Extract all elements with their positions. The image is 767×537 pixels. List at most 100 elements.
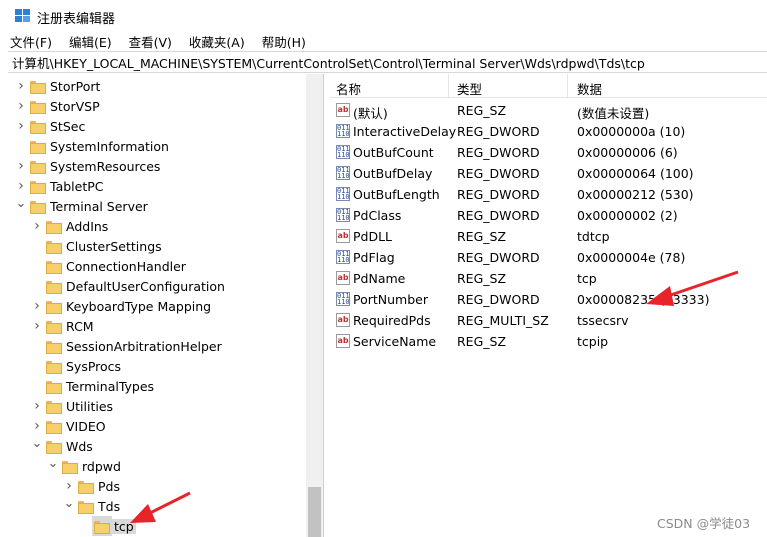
column-header-type[interactable]: 类型 bbox=[457, 79, 482, 98]
chevron-down-icon[interactable]: ⌄ bbox=[46, 456, 60, 476]
menu-file[interactable]: 文件(F) bbox=[8, 32, 54, 51]
value-type: REG_SZ bbox=[457, 103, 507, 118]
chevron-right-icon[interactable]: › bbox=[30, 416, 44, 436]
chevron-right-icon[interactable]: › bbox=[30, 216, 44, 236]
folder-icon-wrap bbox=[44, 296, 64, 316]
value-row[interactable]: ab PdName REG_SZ tcp bbox=[330, 268, 767, 289]
column-header-name[interactable]: 名称 bbox=[336, 79, 361, 98]
folder-icon-wrap bbox=[28, 176, 48, 196]
tree-item[interactable]: SessionArbitrationHelper bbox=[30, 336, 224, 356]
tree-item[interactable]: DefaultUserConfiguration bbox=[30, 276, 227, 296]
value-list: 名称 类型 数据 ab (默认) REG_SZ (数值未设置) 011 110 Intera… bbox=[330, 74, 767, 537]
tree-item[interactable]: › Pds bbox=[62, 476, 122, 496]
chevron-right-icon[interactable]: › bbox=[14, 116, 28, 136]
value-row[interactable]: 011 110 OutBufCount REG_DWORD 0x00000006 (6) bbox=[330, 142, 767, 163]
tree-item[interactable]: ClusterSettings bbox=[30, 236, 164, 256]
value-row[interactable]: 011 110 PortNumber REG_DWORD 0x00008235 (333… bbox=[330, 289, 767, 310]
value-row[interactable]: ab PdDLL REG_SZ tdtcp bbox=[330, 226, 767, 247]
folder-icon-wrap bbox=[28, 116, 48, 136]
folder-icon-wrap bbox=[44, 396, 64, 416]
tree-item[interactable]: › SystemResources bbox=[14, 156, 162, 176]
value-type: REG_SZ bbox=[457, 271, 507, 286]
menu-favorites[interactable]: 收藏夹(A) bbox=[187, 32, 247, 51]
value-data: tssecsrv bbox=[577, 313, 629, 328]
value-name: OutBufCount bbox=[353, 145, 434, 160]
tree-item[interactable]: › TabletPC bbox=[14, 176, 106, 196]
tree-item[interactable]: › KeyboardType Mapping bbox=[30, 296, 213, 316]
key-tree: › StorPort › StorVSP › StSec SystemInformation… bbox=[8, 74, 324, 537]
folder-icon bbox=[46, 240, 62, 254]
value-row[interactable]: 011 110 OutBufLength REG_DWORD 0x00000212 (5… bbox=[330, 184, 767, 205]
tree-item[interactable]: › StorVSP bbox=[14, 96, 102, 116]
folder-icon-wrap bbox=[28, 156, 48, 176]
chevron-right-icon[interactable]: › bbox=[14, 156, 28, 176]
value-row[interactable]: 011 110 InteractiveDelay REG_DWORD 0x0000000… bbox=[330, 121, 767, 142]
chevron-right-icon[interactable]: › bbox=[14, 76, 28, 96]
value-data: (数值未设置) bbox=[577, 106, 650, 121]
tree-item[interactable]: ⌄ Tds bbox=[62, 496, 122, 516]
value-row[interactable]: 011 110 OutBufDelay REG_DWORD 0x00000064 (10… bbox=[330, 163, 767, 184]
column-header-data[interactable]: 数据 bbox=[577, 79, 602, 98]
folder-icon bbox=[94, 520, 110, 534]
chevron-down-icon[interactable]: ⌄ bbox=[14, 196, 28, 216]
chevron-down-icon[interactable]: ⌄ bbox=[62, 496, 76, 516]
value-data: tcp bbox=[577, 271, 597, 286]
tree-item[interactable]: SystemInformation bbox=[14, 136, 171, 156]
folder-icon-wrap bbox=[92, 516, 112, 536]
title-bar: 注册表编辑器 bbox=[0, 0, 767, 31]
chevron-right-icon[interactable]: › bbox=[30, 296, 44, 316]
folder-icon-wrap bbox=[44, 376, 64, 396]
list-header: 名称 类型 数据 bbox=[330, 74, 767, 98]
value-name: PdFlag bbox=[353, 250, 395, 265]
tree-item[interactable]: › StSec bbox=[14, 116, 87, 136]
folder-icon bbox=[46, 260, 62, 274]
tree-item[interactable]: › RCM bbox=[30, 316, 96, 336]
menu-edit[interactable]: 编辑(E) bbox=[67, 32, 114, 51]
tree-item[interactable]: ConnectionHandler bbox=[30, 256, 188, 276]
tree-item[interactable]: › AddIns bbox=[30, 216, 110, 236]
value-row[interactable]: ab RequiredPds REG_MULTI_SZ tssecsrv bbox=[330, 310, 767, 331]
tree-item[interactable]: SysProcs bbox=[30, 356, 123, 376]
tree-item[interactable]: ⌄ Wds bbox=[30, 436, 95, 456]
scrollbar-thumb[interactable] bbox=[308, 487, 321, 537]
chevron-right-icon[interactable]: › bbox=[30, 396, 44, 416]
tree-scrollbar[interactable] bbox=[306, 74, 323, 537]
chevron-down-icon[interactable]: ⌄ bbox=[30, 436, 44, 456]
chevron-right-icon[interactable]: › bbox=[14, 176, 28, 196]
chevron-right-icon[interactable]: › bbox=[62, 476, 76, 496]
chevron-right-icon[interactable]: › bbox=[30, 316, 44, 336]
tree-item[interactable]: TerminalTypes bbox=[30, 376, 156, 396]
column-separator[interactable] bbox=[567, 74, 568, 98]
menu-help[interactable]: 帮助(H) bbox=[260, 32, 308, 51]
tree-item-label: Terminal Server bbox=[50, 198, 148, 214]
chevron-right-icon[interactable]: › bbox=[14, 96, 28, 116]
address-bar[interactable]: 计算机\HKEY_LOCAL_MACHINE\SYSTEM\CurrentCon… bbox=[8, 51, 767, 73]
folder-icon-wrap bbox=[44, 256, 64, 276]
value-row[interactable]: ab (默认) REG_SZ (数值未设置) bbox=[330, 100, 767, 121]
dword-value-icon: 011 110 bbox=[336, 166, 350, 180]
value-row[interactable]: 011 110 PdFlag REG_DWORD 0x0000004e (78) bbox=[330, 247, 767, 268]
value-row[interactable]: 011 110 PdClass REG_DWORD 0x00000002 (2) bbox=[330, 205, 767, 226]
menu-bar: 文件(F) 编辑(E) 查看(V) 收藏夹(A) 帮助(H) bbox=[0, 31, 767, 51]
tree-item[interactable]: tcp bbox=[78, 516, 136, 536]
tree-item[interactable]: › VIDEO bbox=[30, 416, 108, 436]
tree-item-label: StSec bbox=[50, 118, 86, 134]
value-name: ServiceName bbox=[353, 334, 437, 349]
tree-item[interactable]: ⌄ Terminal Server bbox=[14, 196, 150, 216]
tree-item[interactable]: › Utilities bbox=[30, 396, 115, 416]
menu-view[interactable]: 查看(V) bbox=[127, 32, 174, 51]
value-row[interactable]: ab ServiceName REG_SZ tcpip bbox=[330, 331, 767, 352]
tree-item[interactable]: ⌄ rdpwd bbox=[46, 456, 123, 476]
tree-item[interactable]: › StorPort bbox=[14, 76, 102, 96]
folder-icon bbox=[30, 80, 46, 94]
column-separator[interactable] bbox=[448, 74, 449, 98]
folder-icon-wrap bbox=[28, 96, 48, 116]
string-value-icon: ab bbox=[336, 334, 350, 348]
folder-icon bbox=[46, 380, 62, 394]
regedit-icon bbox=[15, 9, 30, 22]
dword-value-icon: 011 110 bbox=[336, 250, 350, 264]
